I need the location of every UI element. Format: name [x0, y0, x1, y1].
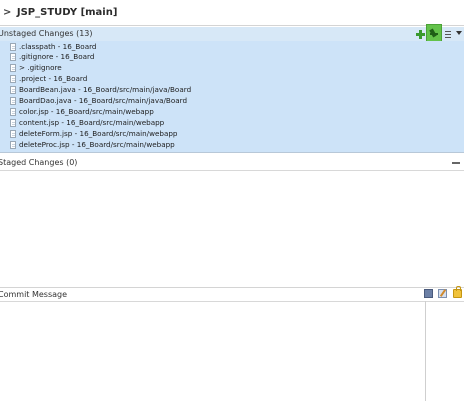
- file-name: BoardBean.java - 16_Board/src/main/java/…: [19, 85, 192, 94]
- file-row[interactable]: BoardBean.java - 16_Board/src/main/java/…: [0, 85, 464, 95]
- file-name: > .gitignore: [19, 63, 62, 72]
- file-name: color.jsp - 16_Board/src/main/webapp: [19, 107, 154, 116]
- title-text: JSP_STUDY [main]: [16, 7, 118, 18]
- file-row[interactable]: content.jsp - 16_Board/src/main/webapp: [0, 118, 464, 128]
- commit-divider: [425, 301, 426, 401]
- file-name: deleteForm.jsp - 16_Board/src/main/webap…: [19, 129, 178, 138]
- file-icon: [10, 141, 16, 149]
- file-row[interactable]: deleteProc.jsp - 16_Board/src/main/webap…: [0, 140, 464, 150]
- staged-file-list[interactable]: [0, 170, 464, 282]
- file-row[interactable]: BoardDao.java - 16_Board/src/main/java/B…: [0, 96, 464, 106]
- file-icon: [10, 119, 16, 127]
- plus-icon[interactable]: [415, 29, 426, 40]
- file-name: .gitignore - 16_Board: [19, 52, 95, 61]
- list-view-icon[interactable]: [444, 29, 455, 40]
- repository-title: > JSP_STUDY [main]: [3, 7, 117, 18]
- file-row[interactable]: .gitignore - 16_Board: [0, 52, 464, 62]
- file-icon: [10, 53, 16, 61]
- unstaged-file-list[interactable]: .classpath - 16_Board .gitignore - 16_Bo…: [0, 41, 464, 153]
- minus-icon[interactable]: [452, 162, 460, 164]
- commit-section-header: Commit Message: [0, 287, 464, 301]
- edit-icon[interactable]: [438, 289, 447, 298]
- file-icon: [10, 130, 16, 138]
- file-row[interactable]: color.jsp - 16_Board/src/main/webapp: [0, 107, 464, 117]
- file-icon: [10, 108, 16, 116]
- commit-label: Commit Message: [0, 290, 68, 299]
- file-row[interactable]: deleteForm.jsp - 16_Board/src/main/webap…: [0, 129, 464, 139]
- unstaged-label: Unstaged Changes (13): [0, 29, 93, 38]
- file-icon: [10, 86, 16, 94]
- file-name: BoardDao.java - 16_Board/src/main/java/B…: [19, 96, 188, 105]
- commit-message-input[interactable]: [0, 301, 464, 401]
- file-row[interactable]: > .gitignore: [0, 63, 464, 73]
- file-name: .project - 16_Board: [19, 74, 88, 83]
- title-prefix: >: [3, 7, 12, 18]
- add-all-icon[interactable]: [426, 24, 442, 42]
- author-icon[interactable]: [424, 289, 433, 298]
- chevron-down-icon[interactable]: [456, 31, 462, 35]
- file-name: content.jsp - 16_Board/src/main/webapp: [19, 118, 165, 127]
- file-icon: [10, 43, 16, 51]
- staged-label: Staged Changes (0): [0, 158, 78, 167]
- file-name: .classpath - 16_Board: [19, 42, 97, 51]
- sign-icon[interactable]: [453, 286, 462, 298]
- file-icon: [10, 75, 16, 83]
- staged-section-header: Staged Changes (0): [0, 156, 464, 170]
- file-icon: [10, 97, 16, 105]
- file-name: deleteProc.jsp - 16_Board/src/main/webap…: [19, 140, 175, 149]
- unstaged-section-header: Unstaged Changes (13): [0, 27, 464, 41]
- file-row[interactable]: .classpath - 16_Board: [0, 42, 464, 52]
- file-row[interactable]: .project - 16_Board: [0, 74, 464, 84]
- file-icon: [10, 64, 16, 72]
- title-bar: > JSP_STUDY [main]: [0, 0, 464, 26]
